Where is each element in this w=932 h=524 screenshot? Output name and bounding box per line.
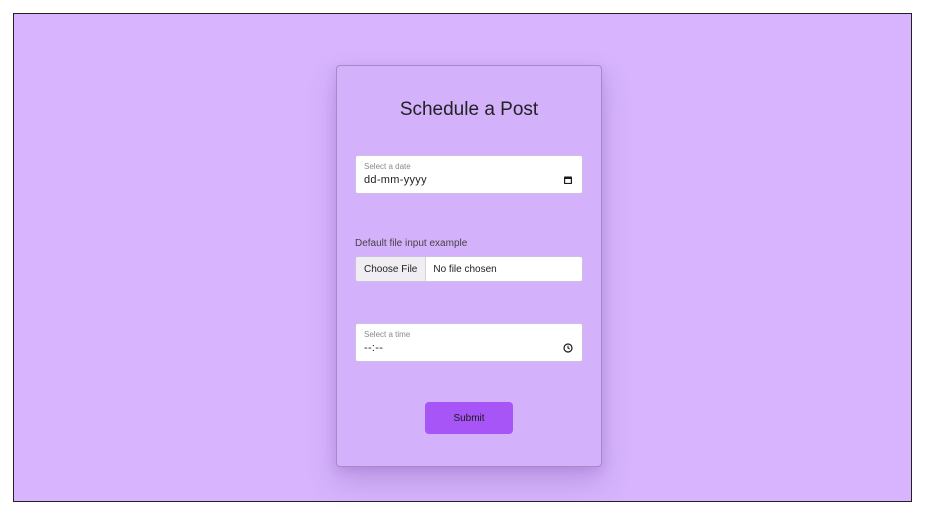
time-input-value: --:-- [364,342,384,354]
calendar-icon[interactable] [563,175,573,185]
submit-button[interactable]: Submit [425,402,513,434]
schedule-post-card: Schedule a Post Select a date dd-mm-yyyy… [336,65,602,467]
date-input-value: dd-mm-yyyy [364,174,427,186]
choose-file-button[interactable]: Choose File [356,257,427,281]
clock-icon[interactable] [563,343,573,353]
date-input[interactable]: Select a date dd-mm-yyyy [355,155,583,194]
time-input[interactable]: Select a time --:-- [355,323,583,362]
form-title: Schedule a Post [399,99,539,120]
time-input-label: Select a time [364,330,411,339]
date-input-label: Select a date [364,162,411,171]
file-status-text: No file chosen [433,263,497,275]
file-input[interactable]: Choose File No file chosen [355,256,583,282]
page-background: Schedule a Post Select a date dd-mm-yyyy… [13,13,912,502]
file-input-label: Default file input example [355,238,468,249]
